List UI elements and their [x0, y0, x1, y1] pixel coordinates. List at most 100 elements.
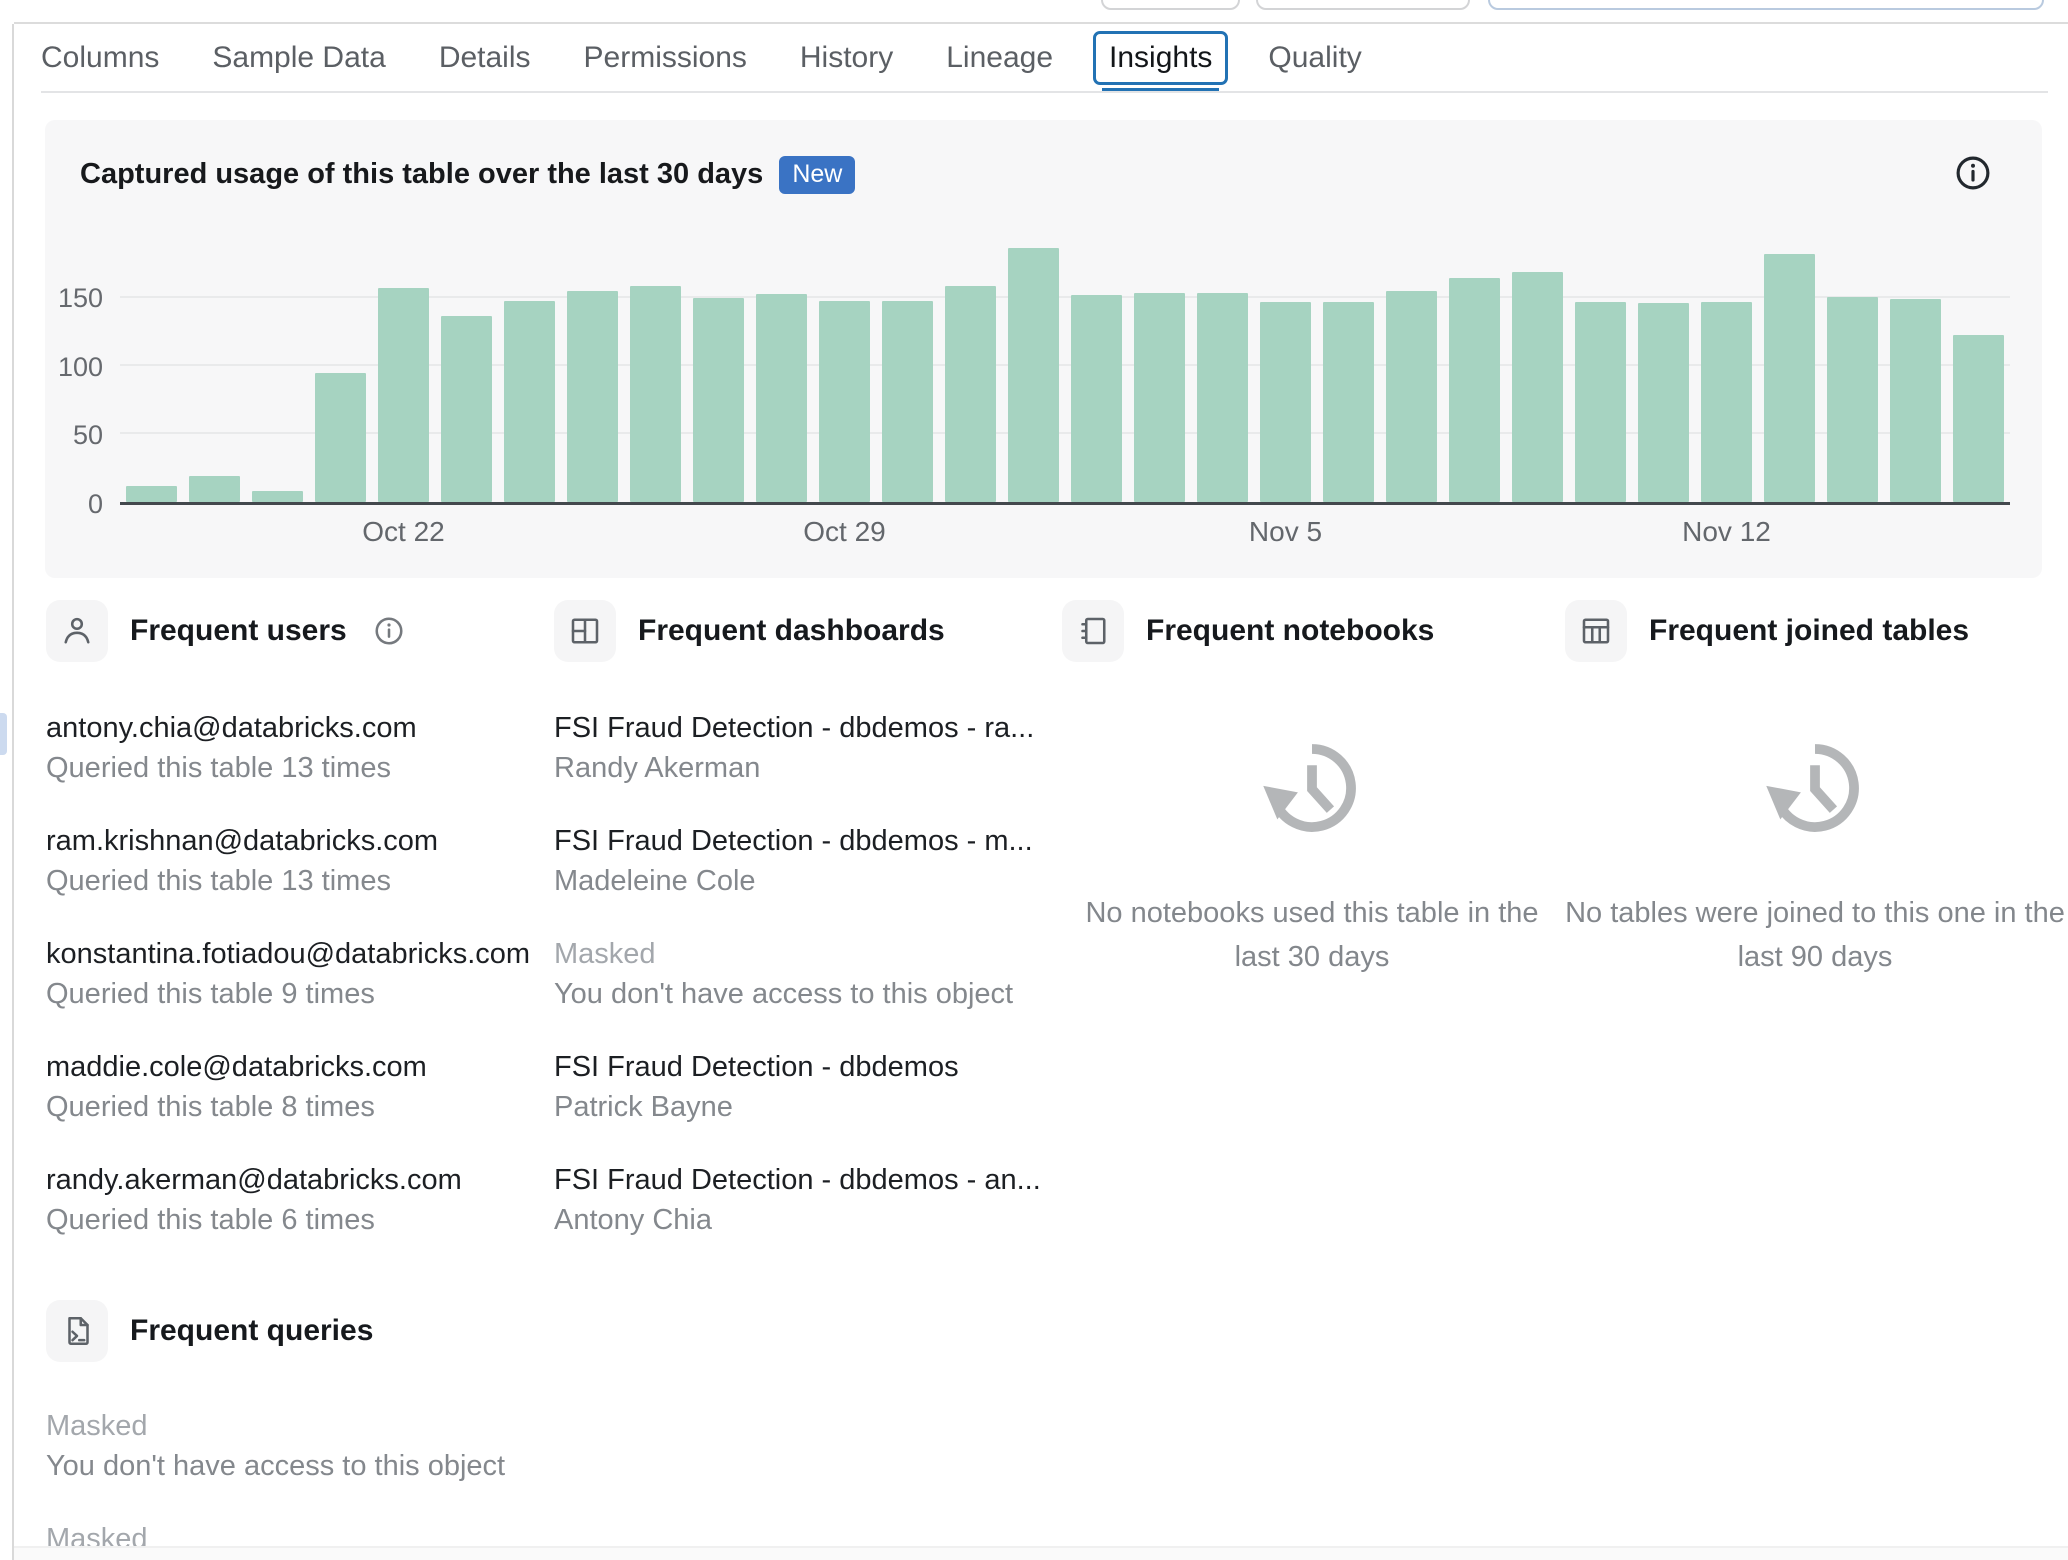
- left-rail: [0, 24, 14, 1560]
- list-item: Masked You don't have access to this obj…: [46, 1406, 946, 1486]
- usage-bar: [1638, 303, 1689, 502]
- item-primary: ram.krishnan@databricks.com: [46, 825, 439, 857]
- list-item: FSI Fraud Detection - dbdemos Patrick Ba…: [554, 1047, 1054, 1127]
- tab-history[interactable]: History: [800, 25, 893, 91]
- frequent-dashboards-list: FSI Fraud Detection - dbdemos - ra... Ra…: [554, 708, 1054, 1240]
- table-icon: [1565, 600, 1627, 662]
- item-secondary: Queried this table 9 times: [46, 978, 375, 1010]
- info-icon[interactable]: [373, 615, 405, 647]
- notebooks-empty-state: No notebooks used this table in the last…: [1062, 736, 1562, 979]
- item-secondary: You don't have access to this object: [46, 1450, 506, 1482]
- history-icon: [1766, 744, 1859, 832]
- tab-label: Sample Data: [212, 41, 386, 74]
- chart-plot-area: Oct 22 Oct 29 Nov 5 Nov 12: [120, 230, 2010, 547]
- usage-bar: [1008, 247, 1059, 502]
- tab-label: Quality: [1268, 41, 1362, 74]
- usage-bar: [1764, 254, 1815, 502]
- item-primary: FSI Fraud Detection - dbdemos - m...: [554, 825, 1033, 857]
- partial-toolbar-search-input[interactable]: [1488, 0, 2044, 10]
- tab-bar: Columns Sample Data Details Permissions …: [41, 25, 1362, 93]
- item-primary: Masked: [46, 1410, 148, 1442]
- tab-columns[interactable]: Columns: [41, 25, 159, 91]
- item-secondary: You don't have access to this object: [554, 978, 1014, 1010]
- item-primary: FSI Fraud Detection - dbdemos - an...: [554, 1164, 1041, 1196]
- usage-bar-chart: 0 50 100 150 Oct 22 Oct 29 Nov 5 Nov 12: [58, 230, 2010, 547]
- tab-permissions[interactable]: Permissions: [584, 25, 747, 91]
- panel-title: Captured usage of this table over the la…: [80, 158, 764, 191]
- list-item: FSI Fraud Detection - dbdemos - ra... Ra…: [554, 708, 1054, 788]
- section-title: Frequent queries: [130, 1314, 374, 1347]
- usage-bar: [1512, 272, 1563, 502]
- usage-bar: [1134, 292, 1185, 502]
- item-primary: FSI Fraud Detection - dbdemos - ra...: [554, 712, 1035, 744]
- tab-quality[interactable]: Quality: [1268, 25, 1361, 91]
- tab-label: History: [799, 41, 894, 74]
- section-title: Frequent notebooks: [1146, 614, 1435, 647]
- dashboard-icon: [554, 600, 616, 662]
- tab-insights[interactable]: Insights: [1093, 25, 1229, 93]
- item-secondary: Queried this table 13 times: [46, 752, 391, 784]
- y-tick-label: 150: [57, 282, 103, 313]
- new-badge: New: [779, 156, 856, 194]
- y-tick-label: 100: [57, 351, 103, 382]
- item-secondary: Queried this table 13 times: [46, 865, 391, 897]
- selected-nav-indicator: [0, 713, 7, 755]
- usage-bar: [1575, 302, 1626, 502]
- usage-bar: [693, 298, 744, 502]
- tab-sample-data[interactable]: Sample Data: [212, 25, 385, 91]
- usage-bar: [945, 285, 996, 502]
- frequent-queries-list: Masked You don't have access to this obj…: [46, 1406, 946, 1559]
- empty-text: No notebooks used this table in the last…: [1085, 897, 1539, 973]
- query-file-icon: [46, 1300, 108, 1362]
- history-icon: [1263, 744, 1356, 832]
- section-title: Frequent joined tables: [1649, 614, 1970, 647]
- item-primary: maddie.cole@databricks.com: [46, 1051, 427, 1083]
- section-title: Frequent users: [130, 614, 347, 647]
- x-tick-label: Oct 29: [803, 516, 886, 547]
- usage-bar: [1386, 291, 1437, 502]
- top-divider: [14, 22, 2068, 24]
- section-title: Frequent dashboards: [638, 614, 945, 647]
- list-item: maddie.cole@databricks.com Queried this …: [46, 1047, 546, 1127]
- usage-bar: [1323, 302, 1374, 502]
- usage-bar: [1701, 302, 1752, 502]
- frequent-users-section: Frequent users antony.chia@databricks.co…: [46, 600, 546, 1273]
- x-tick-label: Oct 22: [362, 516, 445, 547]
- x-tick-label: Nov 5: [1248, 516, 1323, 547]
- partial-toolbar-button-2[interactable]: [1256, 0, 1470, 10]
- tab-label: Lineage: [946, 41, 1054, 74]
- notebook-icon: [1062, 600, 1124, 662]
- usage-bar: [252, 491, 303, 502]
- item-secondary: Patrick Bayne: [554, 1091, 733, 1123]
- list-item: randy.akerman@databricks.com Queried thi…: [46, 1160, 546, 1240]
- usage-bar: [504, 300, 555, 502]
- usage-bar: [1260, 302, 1311, 502]
- usage-bar: [1827, 296, 1878, 502]
- item-primary: FSI Fraud Detection - dbdemos: [554, 1051, 959, 1083]
- list-item: konstantina.fotiadou@databricks.com Quer…: [46, 934, 546, 1014]
- item-secondary: Randy Akerman: [554, 752, 761, 784]
- item-secondary: Madeleine Cole: [554, 865, 756, 897]
- frequent-joined-tables-section: Frequent joined tables No tables were jo…: [1565, 600, 2065, 979]
- tab-label: Insights: [1093, 31, 1229, 85]
- usage-bar: [189, 476, 240, 502]
- item-primary: randy.akerman@databricks.com: [46, 1164, 462, 1196]
- tabbar-border: [41, 91, 2048, 93]
- list-item: antony.chia@databricks.com Queried this …: [46, 708, 546, 788]
- item-secondary: Queried this table 6 times: [46, 1204, 375, 1236]
- tab-details[interactable]: Details: [439, 25, 531, 91]
- info-icon[interactable]: [1954, 154, 1992, 192]
- partial-toolbar-button-1[interactable]: [1101, 0, 1240, 10]
- tab-lineage[interactable]: Lineage: [946, 25, 1053, 91]
- tab-label: Columns: [41, 41, 160, 74]
- tab-label: Permissions: [583, 41, 747, 74]
- empty-text: No tables were joined to this one in the…: [1565, 897, 2065, 973]
- list-item: ram.krishnan@databricks.com Queried this…: [46, 821, 546, 901]
- frequent-users-list: antony.chia@databricks.com Queried this …: [46, 708, 546, 1240]
- frequent-dashboards-section: Frequent dashboards FSI Fraud Detection …: [554, 600, 1054, 1273]
- usage-bar: [441, 315, 492, 502]
- usage-bar: [756, 293, 807, 502]
- usage-panel: Captured usage of this table over the la…: [45, 120, 2042, 578]
- item-primary: antony.chia@databricks.com: [46, 712, 417, 744]
- list-item: FSI Fraud Detection - dbdemos - m... Mad…: [554, 821, 1054, 901]
